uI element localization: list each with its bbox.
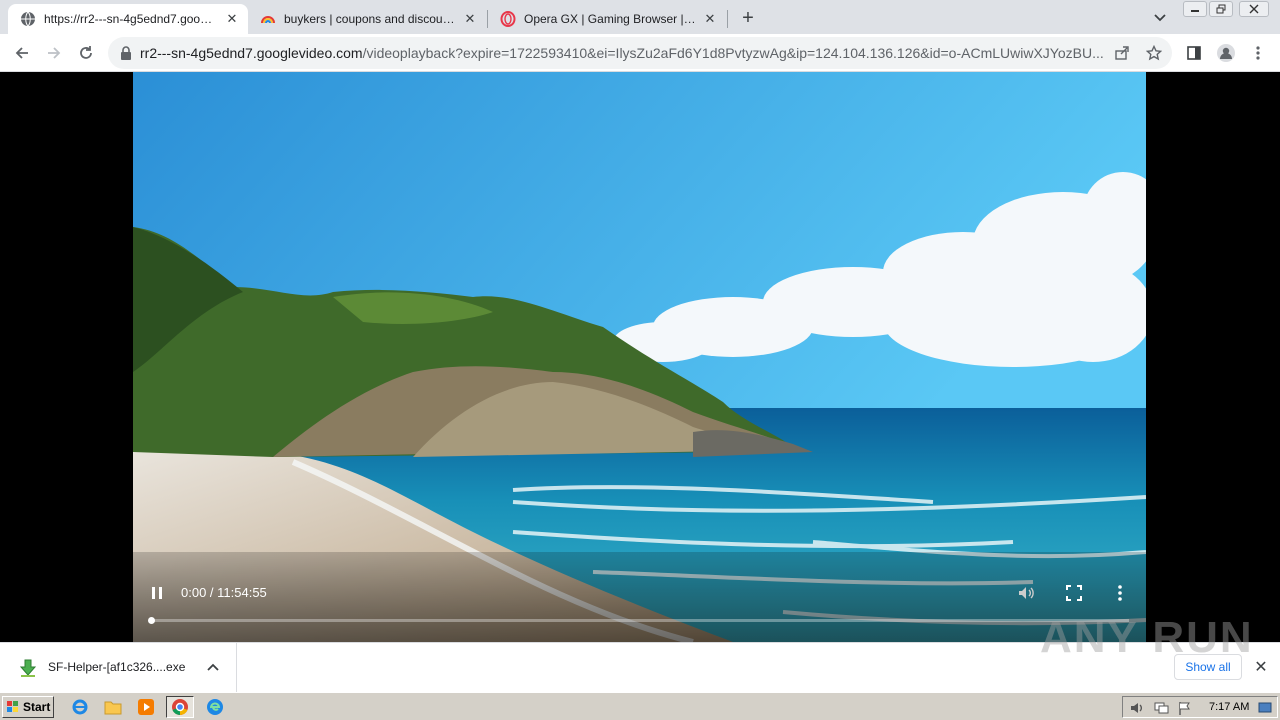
progress-knob[interactable] xyxy=(147,617,155,624)
rainbow-icon xyxy=(260,11,276,27)
side-panel-button[interactable] xyxy=(1180,39,1208,67)
url-host: rr2---sn-4g5ednd7.googlevideo.com xyxy=(140,45,363,61)
minimize-button[interactable] xyxy=(1183,1,1207,17)
edge-icon[interactable] xyxy=(206,698,224,716)
download-file-icon xyxy=(18,658,38,678)
start-button[interactable]: Start xyxy=(2,696,54,718)
video-player[interactable]: 0:00 / 11:54:55 xyxy=(133,72,1146,642)
url-path: /videoplayback?expire=1722593410&ei=Ilys… xyxy=(362,45,1104,61)
time-display: 0:00 / 11:54:55 xyxy=(181,585,267,600)
close-shelf-icon[interactable]: ✕ xyxy=(1252,658,1270,676)
opera-icon xyxy=(500,11,516,27)
back-button[interactable] xyxy=(8,39,36,67)
browser-window: https://rr2---sn-4g5ednd7.googlevideo.co… xyxy=(0,0,1280,720)
explorer-folder-icon[interactable] xyxy=(104,698,122,716)
pause-icon xyxy=(152,587,162,599)
close-tab-icon[interactable]: ✕ xyxy=(224,11,240,27)
close-tab-icon[interactable]: ✕ xyxy=(702,11,718,27)
taskbar-clock: 7:17 AM xyxy=(1209,701,1250,713)
close-tab-icon[interactable]: ✕ xyxy=(462,11,478,27)
download-item[interactable]: SF-Helper-[af1c326....exe xyxy=(0,643,237,693)
new-tab-button[interactable]: + xyxy=(736,6,760,30)
video-options-button[interactable] xyxy=(1117,584,1125,602)
browser-toolbar: rr2---sn-4g5ednd7.googlevideo.com/videop… xyxy=(0,34,1280,72)
forward-button[interactable] xyxy=(40,39,68,67)
fullscreen-button[interactable] xyxy=(1065,584,1083,602)
bookmark-star-icon[interactable] xyxy=(1144,43,1164,63)
three-dots-vertical-icon xyxy=(1118,585,1122,601)
tab-title: buykers | coupons and discount codes xyxy=(284,12,456,26)
chrome-taskbar-button[interactable] xyxy=(166,696,194,718)
reload-icon xyxy=(80,46,92,59)
windows-flag-icon xyxy=(7,701,18,712)
reload-button[interactable] xyxy=(72,39,100,67)
show-all-button[interactable]: Show all xyxy=(1174,654,1242,680)
restore-button[interactable] xyxy=(1209,1,1233,17)
lock-icon[interactable] xyxy=(118,45,134,61)
taskbar: Start 7:17 AM xyxy=(0,692,1280,720)
volume-tray-icon[interactable] xyxy=(1129,700,1145,716)
three-dots-vertical-icon xyxy=(1256,46,1260,60)
globe-icon xyxy=(20,11,36,27)
video-progress-bar[interactable] xyxy=(147,617,1129,624)
profile-avatar-icon xyxy=(1217,44,1235,62)
menu-button[interactable] xyxy=(1244,39,1272,67)
address-bar[interactable]: rr2---sn-4g5ednd7.googlevideo.com/videop… xyxy=(108,37,1172,69)
tab-title: Opera GX | Gaming Browser | Opera xyxy=(524,12,696,26)
tab-title: https://rr2---sn-4g5ednd7.googlevideo.co… xyxy=(44,12,218,26)
pause-button[interactable] xyxy=(149,585,165,601)
ie-icon[interactable] xyxy=(71,698,89,716)
fullscreen-icon xyxy=(1066,585,1082,601)
share-icon[interactable] xyxy=(1112,43,1132,63)
back-arrow-icon xyxy=(15,47,28,59)
download-filename: SF-Helper-[af1c326....exe xyxy=(48,660,186,674)
action-center-flag-icon[interactable] xyxy=(1177,700,1193,716)
tab-buykers[interactable]: buykers | coupons and discount codes ✕ xyxy=(248,4,486,34)
page-content: 0:00 / 11:54:55 xyxy=(0,72,1280,642)
forward-arrow-icon xyxy=(48,47,61,59)
close-window-button[interactable] xyxy=(1239,1,1269,17)
tab-googlevideo[interactable]: https://rr2---sn-4g5ednd7.googlevideo.co… xyxy=(8,4,248,34)
chrome-icon xyxy=(172,699,188,716)
tab-search-icon[interactable] xyxy=(1150,8,1170,28)
download-shelf: SF-Helper-[af1c326....exe ANY RUN Show a… xyxy=(0,613,1280,693)
volume-icon xyxy=(1019,587,1034,599)
chevron-up-icon[interactable] xyxy=(204,658,222,676)
show-desktop-icon[interactable] xyxy=(1257,700,1273,716)
tab-opera-gx[interactable]: Opera GX | Gaming Browser | Opera ✕ xyxy=(488,4,726,34)
controls-gradient xyxy=(133,552,1146,642)
network-tray-icon[interactable] xyxy=(1153,700,1169,716)
tab-separator xyxy=(727,10,728,28)
mute-button[interactable] xyxy=(1017,584,1035,602)
url-text[interactable]: rr2---sn-4g5ednd7.googlevideo.com/videop… xyxy=(140,37,1110,69)
system-tray: 7:17 AM xyxy=(1122,696,1278,718)
side-panel-icon xyxy=(1187,46,1201,60)
profile-button[interactable] xyxy=(1212,39,1240,67)
start-label: Start xyxy=(23,700,51,714)
tab-strip: https://rr2---sn-4g5ednd7.googlevideo.co… xyxy=(0,0,1280,34)
media-player-icon[interactable] xyxy=(137,698,155,716)
